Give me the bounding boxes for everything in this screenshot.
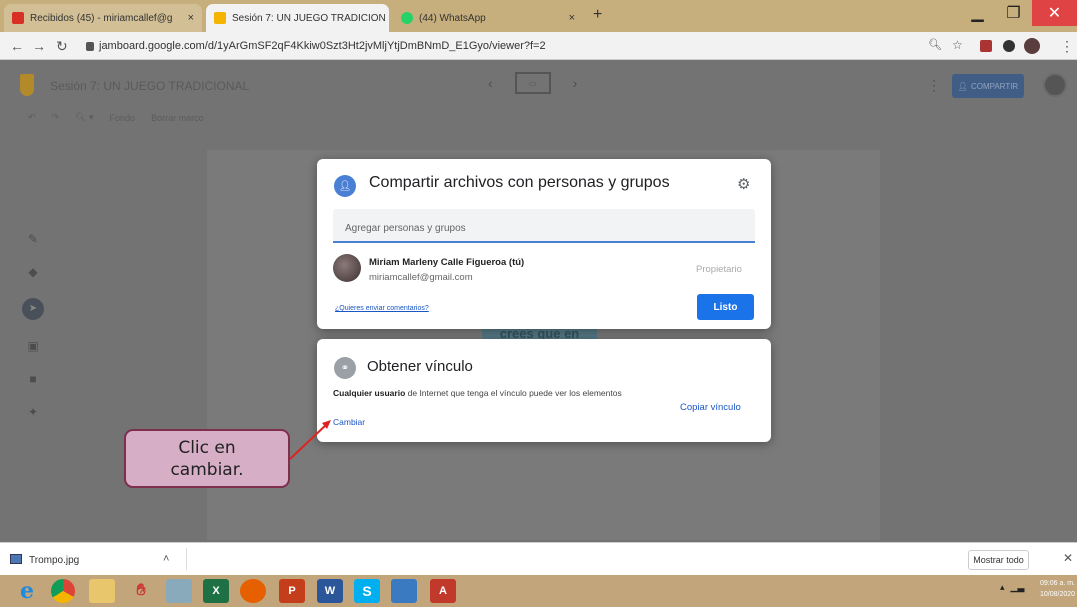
acrobat-icon[interactable]: A [430,579,456,603]
firefox-icon[interactable] [240,579,266,603]
app-hand-icon[interactable]: ✋︎ [128,579,154,603]
app-icon[interactable] [166,579,192,603]
system-tray: ▴ ▁▃ [1000,582,1024,593]
network-icon[interactable]: ▁▃ [1011,582,1025,593]
clock-time: 09:06 a. m. [1040,580,1076,587]
chrome-icon[interactable] [51,579,75,603]
chevron-up-icon[interactable]: ˄ [163,553,169,565]
callout-box: Clic en cambiar. [124,429,290,488]
callout-line-2: cambiar. [170,460,244,480]
download-item[interactable]: Trompo.jpg [29,555,79,566]
file-explorer-icon[interactable] [89,579,115,603]
annotation-arrow [289,420,331,460]
image-file-icon [10,554,22,564]
windows-taskbar: e ✋︎ X P W S A ▴ ▁▃ 09:06 a. m. 10/08/20… [0,575,1077,607]
skype-icon[interactable]: S [354,579,380,603]
clock-date: 10/08/2020 [1040,591,1076,598]
show-all-button[interactable]: Mostrar todo [968,550,1029,570]
divider [186,548,187,570]
word-icon[interactable]: W [317,579,343,603]
powerpoint-icon[interactable]: P [279,579,305,603]
excel-icon[interactable]: X [203,579,229,603]
clock[interactable]: 09:06 a. m. 10/08/2020 [1040,578,1075,600]
app-icon[interactable] [391,579,417,603]
callout-line-1: Clic en [178,438,236,458]
tray-up-icon[interactable]: ▴ [1000,582,1005,593]
downloads-bar: Trompo.jpg ˄ Mostrar todo ✕ [0,542,1077,575]
close-icon[interactable]: ✕ [1063,551,1073,565]
ie-icon[interactable]: e [14,578,40,604]
